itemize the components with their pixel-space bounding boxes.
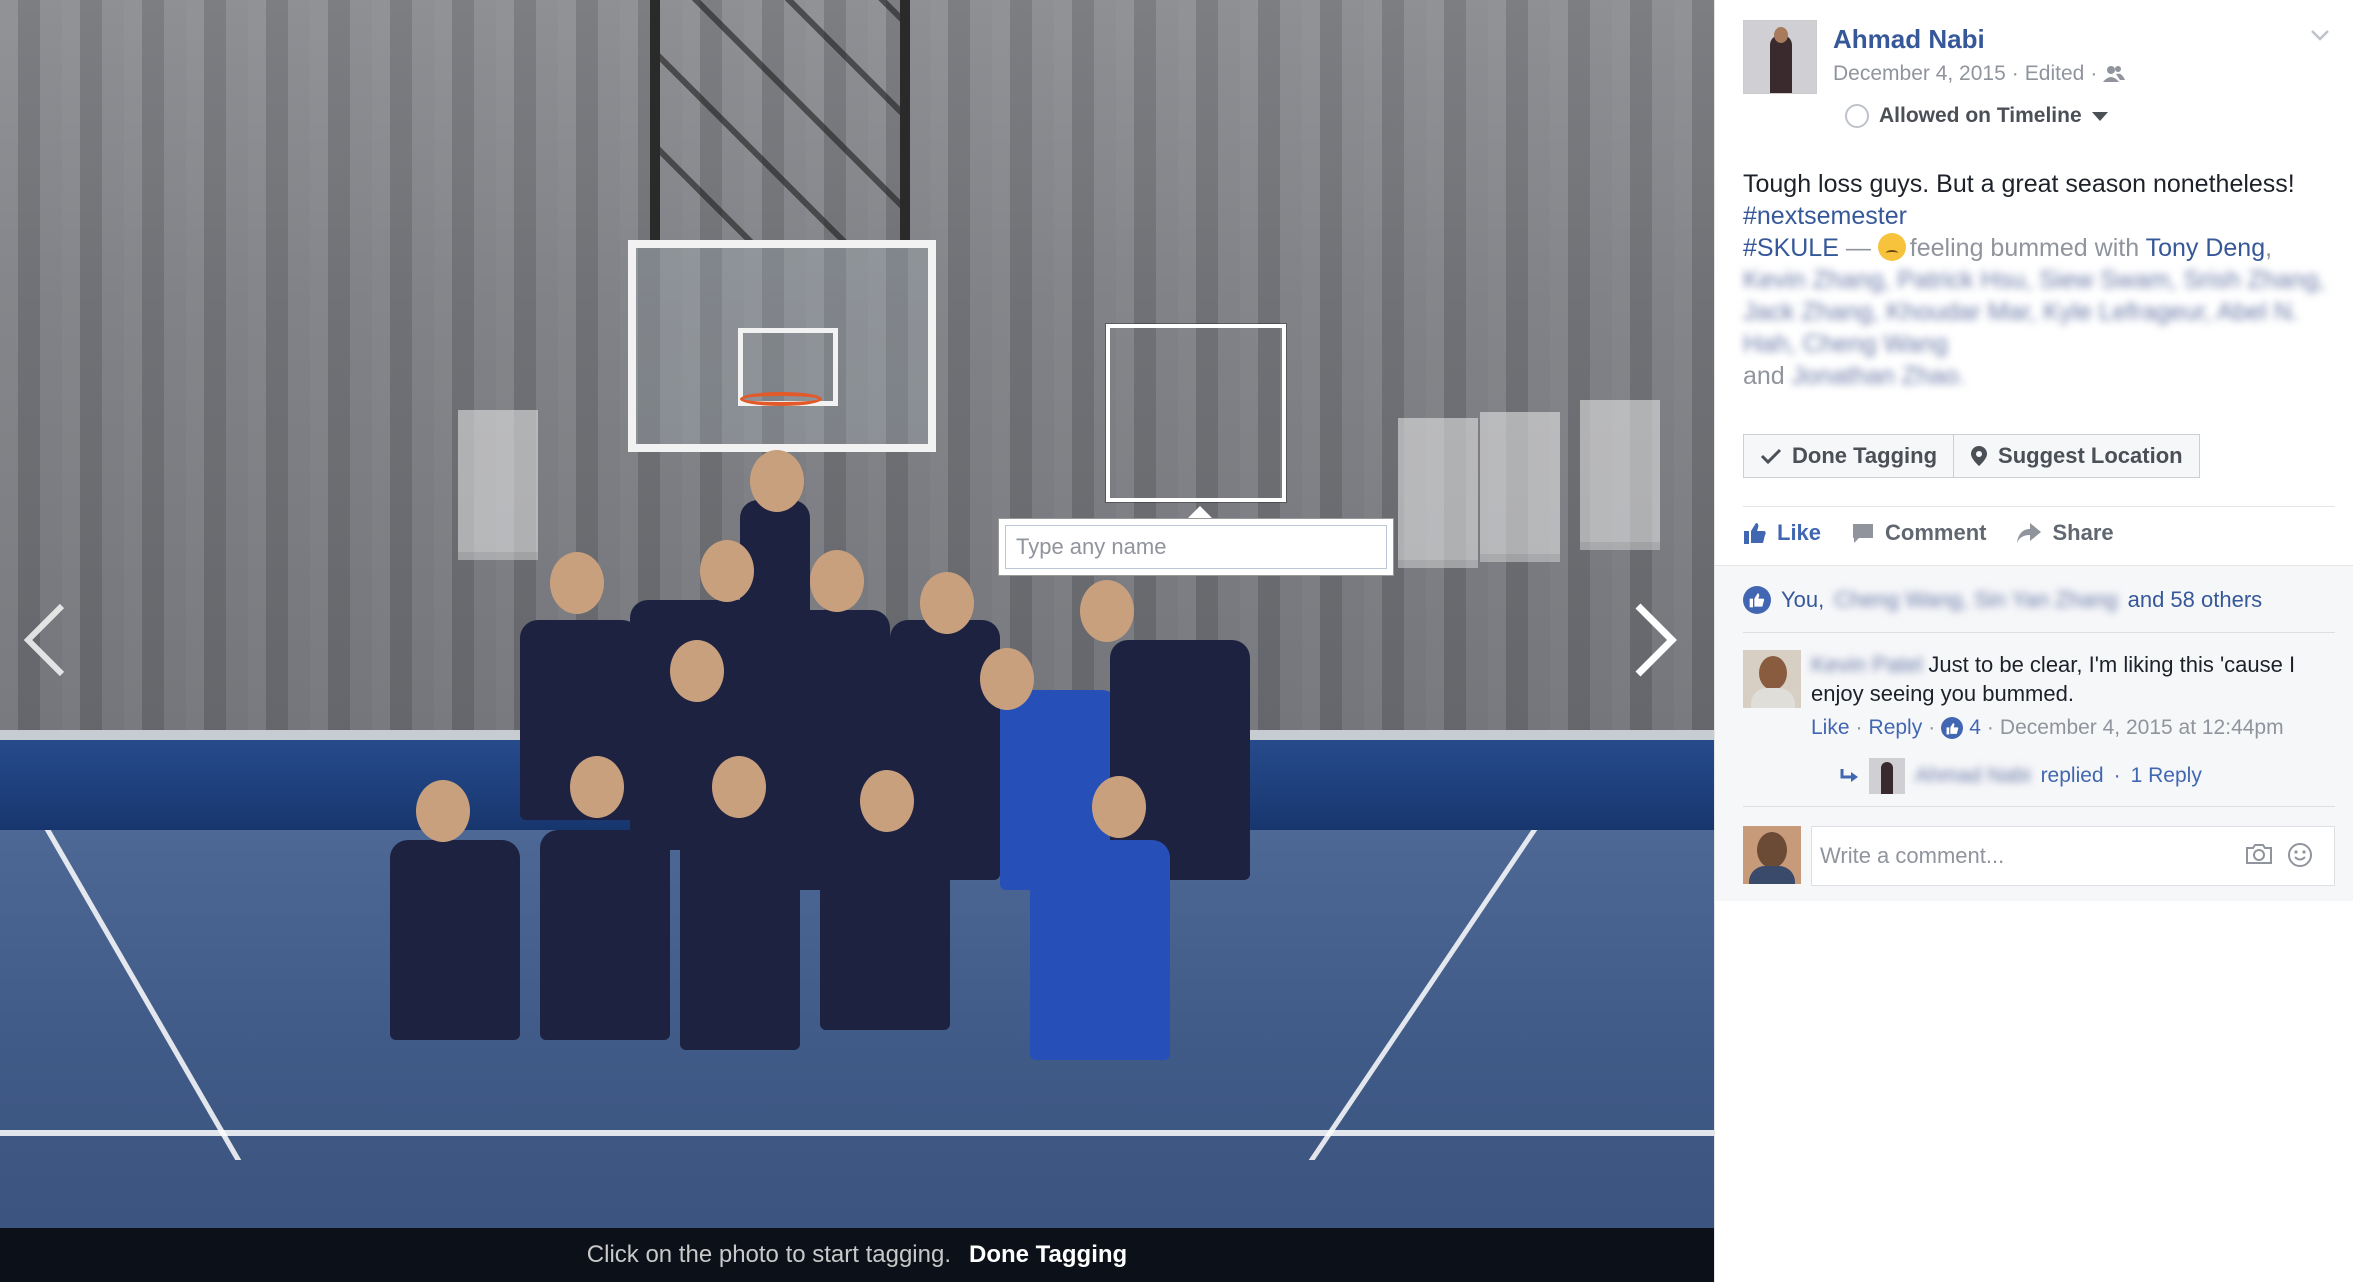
hashtag-link[interactable]: #SKULE — [1743, 234, 1839, 262]
hoop-rim — [740, 392, 822, 406]
hashtag-link[interactable]: #nextsemester — [1743, 202, 1907, 230]
comment-button[interactable]: Comment — [1851, 520, 1986, 546]
tagging-buttons: Done Tagging Suggest Location — [1743, 434, 2200, 478]
share-button[interactable]: Share — [2016, 520, 2114, 546]
author-name[interactable]: Ahmad Nabi — [1833, 24, 1985, 55]
thumbs-up-icon — [1744, 523, 1766, 544]
commenter-avatar[interactable] — [1743, 650, 1801, 708]
post-meta: December 4, 2015 · Edited · — [1833, 62, 2126, 86]
post-date[interactable]: December 4, 2015 — [1833, 62, 2006, 86]
tagged-friend-link[interactable]: Tony Deng — [2146, 234, 2266, 262]
emoji-icon[interactable] — [2287, 842, 2313, 868]
caret-down-icon — [2091, 111, 2108, 121]
author-avatar[interactable] — [1743, 20, 1817, 94]
post-text-line: Tough loss guys. But a great season none… — [1743, 170, 2295, 198]
viewer-avatar — [1743, 826, 1801, 884]
backboard — [628, 240, 936, 452]
reply-author-blurred: Ahmad Nabi — [1915, 764, 2031, 787]
wall-banner — [1398, 418, 1478, 568]
reply-count: 1 Reply — [2130, 764, 2202, 787]
done-tagging-link[interactable]: Done Tagging — [969, 1241, 1127, 1269]
photo-stage[interactable]: Click on the photo to start tagging. Don… — [0, 0, 1714, 1282]
wall-banner — [1480, 412, 1560, 562]
comment-like-icon — [1941, 717, 1964, 739]
photo-image[interactable] — [0, 0, 1714, 1282]
tagging-bar: Click on the photo to start tagging. Don… — [0, 1228, 1714, 1282]
reply-arrow-icon — [1840, 769, 1858, 782]
comment-bubble-icon — [1853, 524, 1874, 543]
post-actions: Like Comment Share — [1743, 520, 2114, 546]
tagged-friend-blurred[interactable]: Jonathan Zhao. — [1792, 362, 1966, 390]
timeline-status-label: Allowed on Timeline — [1879, 104, 2082, 127]
post-body: Tough loss guys. But a great season none… — [1743, 168, 2333, 392]
chevron-left-icon — [23, 603, 65, 677]
post-options-chevron-icon[interactable] — [2309, 24, 2331, 46]
previous-photo-button[interactable] — [18, 600, 78, 680]
comment-timestamp[interactable]: December 4, 2015 at 12:44pm — [2000, 716, 2284, 740]
photo-viewer: Click on the photo to start tagging. Don… — [0, 0, 2353, 1282]
sad-emoji-icon — [1877, 233, 1906, 261]
hoop-support — [650, 0, 910, 240]
tag-selection-box[interactable] — [1106, 324, 1286, 502]
commenter-name-blurred[interactable]: Kevin Patel — [1811, 652, 1922, 677]
comment-like-link[interactable]: Like — [1811, 716, 1850, 740]
comment-meta: Like · Reply · 4 · December 4, 2015 at 1… — [1811, 716, 2284, 740]
replies-link[interactable]: Ahmad Nabi replied · 1 Reply — [1839, 758, 2202, 794]
comment-text-block: Kevin Patel Just to be clear, I'm liking… — [1811, 650, 2331, 708]
next-photo-button[interactable] — [1622, 600, 1682, 680]
comment-like-count[interactable]: 4 — [1969, 716, 1981, 740]
like-badge-icon — [1743, 586, 1771, 614]
comment-composer — [1743, 826, 2335, 886]
post-sidebar: Ahmad Nabi December 4, 2015 · Edited · A… — [1714, 0, 2353, 1282]
like-button[interactable]: Like — [1743, 520, 1821, 546]
location-pin-icon — [1971, 446, 1988, 466]
comments-section: You, Cheng Wang, Sin Yan Zhang and 58 ot… — [1715, 565, 2353, 901]
tagged-friends-blurred[interactable]: Kevin Zhang, Patrick Hsu, Siew Swam, Sri… — [1743, 264, 2333, 360]
reaction-names-blurred[interactable]: Cheng Wang, Sin Yan Zhang — [1834, 587, 2117, 613]
tagging-hint: Click on the photo to start tagging. — [586, 1241, 951, 1268]
reaction-others-link[interactable]: and 58 others — [2128, 587, 2263, 613]
timeline-status-dropdown[interactable]: Allowed on Timeline — [1845, 104, 2108, 128]
reply-author-avatar — [1869, 758, 1905, 794]
share-arrow-icon — [2017, 523, 2042, 543]
timeline-circle-icon — [1845, 104, 1869, 128]
tag-name-input[interactable] — [1005, 525, 1387, 569]
chevron-right-icon — [1635, 603, 1677, 677]
reactions-summary[interactable]: You, Cheng Wang, Sin Yan Zhang and 58 ot… — [1743, 586, 2262, 614]
wall-banner — [1580, 400, 1660, 550]
friends-icon[interactable] — [2103, 65, 2126, 83]
comment-reply-link[interactable]: Reply — [1869, 716, 1923, 740]
checkmark-icon — [1760, 448, 1782, 465]
feeling-label: feeling bummed — [1909, 234, 2088, 262]
author-block — [1743, 20, 1817, 94]
suggest-location-button[interactable]: Suggest Location — [1954, 434, 2200, 478]
camera-icon[interactable] — [2245, 842, 2273, 866]
done-tagging-button[interactable]: Done Tagging — [1743, 434, 1955, 478]
edited-label[interactable]: Edited — [2025, 62, 2085, 86]
tag-name-popup — [998, 518, 1394, 576]
